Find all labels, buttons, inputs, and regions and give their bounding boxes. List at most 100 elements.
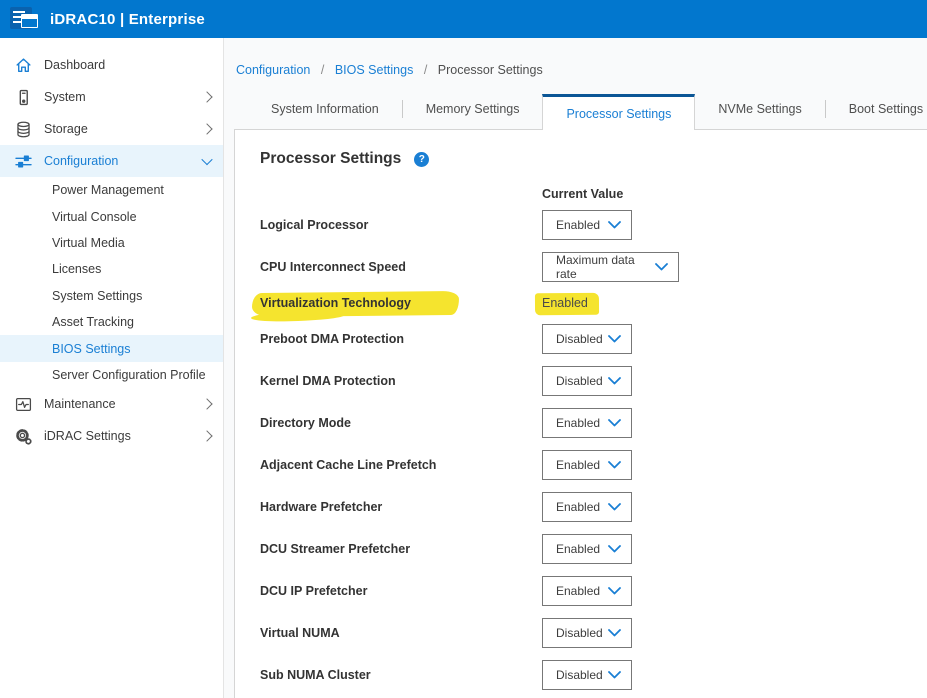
gear-icon [15,428,32,445]
chevron-down-icon [201,154,212,165]
sidebar-item-idrac-settings[interactable]: iDRAC Settings [0,420,223,452]
adjacent-cache-line-prefetch-dropdown[interactable]: Enabled [542,450,632,480]
sidebar-subitem-virtual-media[interactable]: Virtual Media [0,230,223,256]
help-icon[interactable]: ? [414,152,429,167]
idrac-logo-icon [8,5,42,33]
sidebar-item-label: System [44,90,86,104]
setting-label: DCU Streamer Prefetcher [260,542,542,556]
breadcrumb-separator: / [321,63,324,77]
sidebar-subitem-asset-tracking[interactable]: Asset Tracking [0,309,223,335]
setting-row-directory-mode: Directory Mode Enabled [235,402,927,444]
sidebar-subitem-label: Server Configuration Profile [52,368,206,382]
tab-system-information[interactable]: System Information [248,94,402,124]
current-value-column-header: Current Value [542,187,623,201]
setting-row-preboot-dma-protection: Preboot DMA Protection Disabled [235,318,927,360]
chevron-down-icon [608,629,621,637]
app-header: iDRAC10 | Enterprise [0,0,927,38]
setting-row-virtual-numa: Virtual NUMA Disabled [235,612,927,654]
dropdown-value: Enabled [556,218,608,232]
setting-label: Virtual NUMA [260,626,542,640]
breadcrumb-separator: / [424,63,427,77]
tab-nvme-settings[interactable]: NVMe Settings [695,94,824,124]
sidebar-subitem-licenses[interactable]: Licenses [0,256,223,282]
directory-mode-dropdown[interactable]: Enabled [542,408,632,438]
setting-label: Logical Processor [260,218,542,232]
sliders-icon [15,153,32,170]
preboot-dma-protection-dropdown[interactable]: Disabled [542,324,632,354]
app-title: iDRAC10 | Enterprise [50,11,205,28]
setting-row-adjacent-cache-line-prefetch: Adjacent Cache Line Prefetch Enabled [235,444,927,486]
sidebar-subitem-label: Virtual Console [52,210,137,224]
dropdown-value: Disabled [556,332,608,346]
dcu-ip-prefetcher-dropdown[interactable]: Enabled [542,576,632,606]
sidebar-subitem-system-settings[interactable]: System Settings [0,283,223,309]
setting-label: CPU Interconnect Speed [260,260,542,274]
sidebar-item-dashboard[interactable]: Dashboard [0,49,223,81]
dropdown-value: Enabled [556,542,608,556]
dropdown-value: Disabled [556,668,608,682]
setting-row-hardware-prefetcher: Hardware Prefetcher Enabled [235,486,927,528]
chevron-down-icon [608,503,621,511]
breadcrumb-link-bios-settings[interactable]: BIOS Settings [335,63,414,77]
chevron-down-icon [608,377,621,385]
page-title: Processor Settings [260,150,401,168]
sidebar-subitem-label: Asset Tracking [52,315,134,329]
tab-processor-settings[interactable]: Processor Settings [542,94,695,130]
setting-row-dcu-ip-prefetcher: DCU IP Prefetcher Enabled [235,570,927,612]
chevron-down-icon [608,419,621,427]
dropdown-value: Disabled [556,374,608,388]
dropdown-value: Enabled [556,416,608,430]
cpu-interconnect-speed-dropdown[interactable]: Maximum data rate [542,252,679,282]
breadcrumb-link-configuration[interactable]: Configuration [236,63,310,77]
tab-boot-settings[interactable]: Boot Settings [826,94,927,124]
sidebar-subitem-label: Power Management [52,183,164,197]
settings-tabstrip: System Information Memory Settings Proce… [248,94,927,130]
dropdown-value: Enabled [556,584,608,598]
sidebar-subitem-server-configuration-profile[interactable]: Server Configuration Profile [0,362,223,388]
hardware-prefetcher-dropdown[interactable]: Enabled [542,492,632,522]
chevron-down-icon [655,263,668,271]
sidebar-item-storage[interactable]: Storage [0,113,223,145]
sidebar-item-label: Configuration [44,154,118,168]
sidebar-subitem-label: BIOS Settings [52,342,131,356]
sidebar-subitem-power-management[interactable]: Power Management [0,177,223,203]
kernel-dma-protection-dropdown[interactable]: Disabled [542,366,632,396]
dropdown-value: Enabled [556,500,608,514]
settings-rows: Logical Processor Enabled CPU Interconne… [235,204,927,696]
setting-label: Hardware Prefetcher [260,500,542,514]
setting-label: Sub NUMA Cluster [260,668,542,682]
virtual-numa-dropdown[interactable]: Disabled [542,618,632,648]
sidebar-item-label: Dashboard [44,58,105,72]
setting-label: Directory Mode [260,416,542,430]
setting-row-dcu-streamer-prefetcher: DCU Streamer Prefetcher Enabled [235,528,927,570]
panel-title-row: Processor Settings ? [260,150,429,168]
dropdown-value: Disabled [556,626,608,640]
chevron-down-icon [608,671,621,679]
dcu-streamer-prefetcher-dropdown[interactable]: Enabled [542,534,632,564]
idrac-app: iDRAC10 | Enterprise Dashboard System St… [0,0,927,698]
sidebar-subitem-virtual-console[interactable]: Virtual Console [0,203,223,229]
setting-row-logical-processor: Logical Processor Enabled [235,204,927,246]
home-icon [15,57,32,74]
tab-memory-settings[interactable]: Memory Settings [403,94,543,124]
sidebar-item-label: Storage [44,122,88,136]
setting-row-cpu-interconnect-speed: CPU Interconnect Speed Maximum data rate [235,246,927,288]
virtualization-technology-value: Enabled [537,294,597,313]
setting-label: Virtualization Technology [260,294,542,313]
breadcrumb-current: Processor Settings [438,63,543,77]
setting-row-virtualization-technology: Virtualization Technology Enabled [235,288,927,318]
sidebar-item-label: Maintenance [44,397,116,411]
setting-row-kernel-dma-protection: Kernel DMA Protection Disabled [235,360,927,402]
sidebar-subitem-bios-settings[interactable]: BIOS Settings [0,335,223,361]
logical-processor-dropdown[interactable]: Enabled [542,210,632,240]
chevron-right-icon [201,123,212,134]
sidebar-item-system[interactable]: System [0,81,223,113]
sidebar-item-configuration[interactable]: Configuration [0,145,223,177]
sidebar-item-maintenance[interactable]: Maintenance [0,388,223,420]
chevron-right-icon [201,430,212,441]
sub-numa-cluster-dropdown[interactable]: Disabled [542,660,632,690]
sidebar-item-label: iDRAC Settings [44,429,131,443]
setting-label: DCU IP Prefetcher [260,584,542,598]
sidebar-subitem-label: Licenses [52,262,101,276]
chevron-right-icon [201,91,212,102]
